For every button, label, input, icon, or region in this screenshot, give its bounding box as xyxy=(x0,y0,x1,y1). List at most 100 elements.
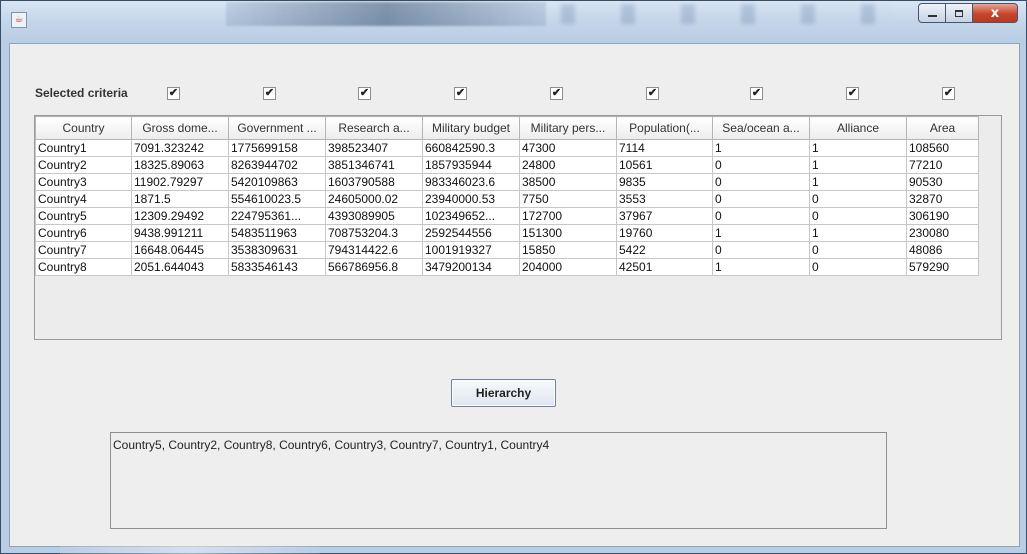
table-cell[interactable]: 708753204.3 xyxy=(325,224,423,242)
table-row[interactable]: Country6 9438.991211 5483511963 708753204.3… xyxy=(35,224,979,242)
table-cell[interactable]: 1 xyxy=(712,258,810,276)
table-cell[interactable]: 1 xyxy=(809,156,907,174)
table-cell[interactable]: 23940000.53 xyxy=(422,190,520,208)
table-cell[interactable]: 3479200134 xyxy=(422,258,520,276)
table-cell[interactable]: 7091.323242 xyxy=(131,139,229,157)
table-cell[interactable]: 172700 xyxy=(519,207,617,225)
criteria-checkbox-8[interactable]: ✔ xyxy=(846,87,859,100)
table-row[interactable]: Country2 18325.89063 8263944702 3851346741 1… xyxy=(35,156,979,174)
table-cell[interactable]: 1 xyxy=(809,173,907,191)
table-cell[interactable]: 11902.79297 xyxy=(131,173,229,191)
table-cell[interactable]: 306190 xyxy=(906,207,979,225)
table-cell[interactable]: Country4 xyxy=(35,190,132,208)
column-header-alliance[interactable]: Alliance xyxy=(809,116,907,140)
criteria-checkbox-6[interactable]: ✔ xyxy=(646,87,659,100)
table-row[interactable]: Country8 2051.644043 5833546143 566786956.8… xyxy=(35,258,979,276)
table-cell[interactable]: 204000 xyxy=(519,258,617,276)
table-cell[interactable]: Country6 xyxy=(35,224,132,242)
table-cell[interactable]: 90530 xyxy=(906,173,979,191)
table-cell[interactable]: 794314422.6 xyxy=(325,241,423,259)
table-row[interactable]: Country7 16648.06445 3538309631 794314422.6… xyxy=(35,241,979,259)
table-cell[interactable]: 3538309631 xyxy=(228,241,326,259)
java-app-icon[interactable]: ☕ xyxy=(11,12,27,28)
table-cell[interactable]: 9438.991211 xyxy=(131,224,229,242)
table-cell[interactable]: 38500 xyxy=(519,173,617,191)
table-cell[interactable]: 24800 xyxy=(519,156,617,174)
table-cell[interactable]: 1857935944 xyxy=(422,156,520,174)
column-header-military-personnel[interactable]: Military pers... xyxy=(519,116,617,140)
table-cell[interactable]: 3553 xyxy=(616,190,713,208)
table-cell[interactable]: 1 xyxy=(712,139,810,157)
criteria-checkbox-1[interactable]: ✔ xyxy=(167,87,180,100)
table-cell[interactable]: 579290 xyxy=(906,258,979,276)
column-header-area[interactable]: Area xyxy=(906,116,979,140)
criteria-table-scrollpane[interactable]: Country Gross dome... Government ... Res… xyxy=(34,115,1002,340)
criteria-checkbox-5[interactable]: ✔ xyxy=(550,87,563,100)
table-cell[interactable]: 5420109863 xyxy=(228,173,326,191)
table-cell[interactable]: 554610023.5 xyxy=(228,190,326,208)
table-cell[interactable]: 3851346741 xyxy=(325,156,423,174)
table-cell[interactable]: 0 xyxy=(712,190,810,208)
table-cell[interactable]: 5833546143 xyxy=(228,258,326,276)
table-cell[interactable]: 102349652... xyxy=(422,207,520,225)
criteria-checkbox-3[interactable]: ✔ xyxy=(358,87,371,100)
table-cell[interactable]: 1001919327 xyxy=(422,241,520,259)
table-cell[interactable]: 151300 xyxy=(519,224,617,242)
table-cell[interactable]: Country3 xyxy=(35,173,132,191)
column-header-gdp[interactable]: Gross dome... xyxy=(131,116,229,140)
title-bar[interactable]: ☕ x xyxy=(1,1,1026,43)
table-cell[interactable]: 1 xyxy=(809,224,907,242)
table-cell[interactable]: 983346023.6 xyxy=(422,173,520,191)
table-cell[interactable]: 24605000.02 xyxy=(325,190,423,208)
table-cell[interactable]: Country1 xyxy=(35,139,132,157)
criteria-checkbox-7[interactable]: ✔ xyxy=(750,87,763,100)
table-cell[interactable]: 0 xyxy=(809,258,907,276)
maximize-button[interactable] xyxy=(945,3,973,23)
table-cell[interactable]: 47300 xyxy=(519,139,617,157)
table-cell[interactable]: 1871.5 xyxy=(131,190,229,208)
table-cell[interactable]: 1603790588 xyxy=(325,173,423,191)
table-cell[interactable]: 37967 xyxy=(616,207,713,225)
table-cell[interactable]: 77210 xyxy=(906,156,979,174)
table-cell[interactable]: 2592544556 xyxy=(422,224,520,242)
table-cell[interactable]: 1 xyxy=(712,224,810,242)
table-cell[interactable]: Country7 xyxy=(35,241,132,259)
table-row[interactable]: Country4 1871.5 554610023.5 24605000.02 2394… xyxy=(35,190,979,208)
table-row[interactable]: Country1 7091.323242 1775699158 398523407 66… xyxy=(35,139,979,157)
column-header-government[interactable]: Government ... xyxy=(228,116,326,140)
table-cell[interactable]: 0 xyxy=(712,241,810,259)
column-header-country[interactable]: Country xyxy=(35,116,132,140)
table-cell[interactable]: 8263944702 xyxy=(228,156,326,174)
criteria-checkbox-4[interactable]: ✔ xyxy=(454,87,467,100)
table-cell[interactable]: 0 xyxy=(712,156,810,174)
table-cell[interactable]: 2051.644043 xyxy=(131,258,229,276)
table-cell[interactable]: 230080 xyxy=(906,224,979,242)
table-cell[interactable]: 224795361... xyxy=(228,207,326,225)
table-cell[interactable]: Country2 xyxy=(35,156,132,174)
column-header-research[interactable]: Research a... xyxy=(325,116,423,140)
table-cell[interactable]: 0 xyxy=(809,241,907,259)
table-cell[interactable]: 0 xyxy=(712,173,810,191)
table-cell[interactable]: 48086 xyxy=(906,241,979,259)
table-cell[interactable]: 4393089905 xyxy=(325,207,423,225)
table-row[interactable]: Country5 12309.29492 224795361... 439308990… xyxy=(35,207,979,225)
close-button[interactable]: x xyxy=(972,3,1018,23)
table-cell[interactable]: 5422 xyxy=(616,241,713,259)
table-cell[interactable]: 12309.29492 xyxy=(131,207,229,225)
table-cell[interactable]: 398523407 xyxy=(325,139,423,157)
table-cell[interactable]: 7750 xyxy=(519,190,617,208)
table-cell[interactable]: 19760 xyxy=(616,224,713,242)
result-text-area[interactable]: Country5, Country2, Country8, Country6, … xyxy=(110,432,887,529)
table-cell[interactable]: 660842590.3 xyxy=(422,139,520,157)
column-header-sea-ocean[interactable]: Sea/ocean a... xyxy=(712,116,810,140)
table-cell[interactable]: Country8 xyxy=(35,258,132,276)
table-cell[interactable]: 15850 xyxy=(519,241,617,259)
table-cell[interactable]: 108560 xyxy=(906,139,979,157)
table-cell[interactable]: 42501 xyxy=(616,258,713,276)
table-cell[interactable]: 9835 xyxy=(616,173,713,191)
table-cell[interactable]: 18325.89063 xyxy=(131,156,229,174)
table-cell[interactable]: 1 xyxy=(809,139,907,157)
column-header-population[interactable]: Population(... xyxy=(616,116,713,140)
table-cell[interactable]: 0 xyxy=(809,190,907,208)
minimize-button[interactable] xyxy=(918,3,946,23)
